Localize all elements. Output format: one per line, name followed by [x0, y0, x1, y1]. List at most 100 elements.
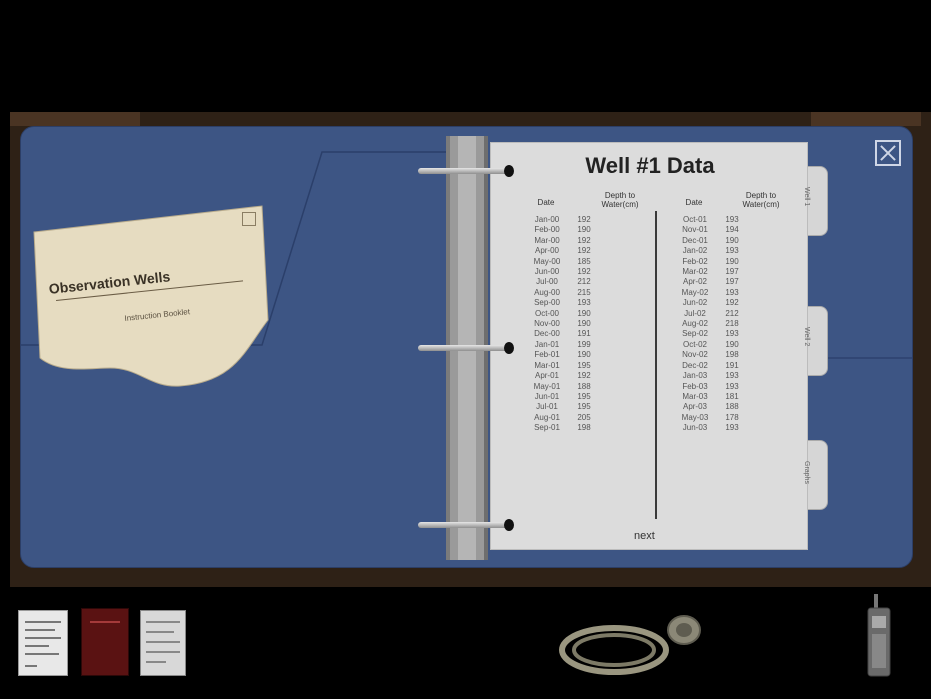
row-date: Oct-01: [682, 215, 707, 224]
row-date: Oct-00: [534, 308, 559, 318]
data-row: Dec-00 191: [527, 329, 601, 339]
row-depth: 215: [577, 287, 591, 297]
row-date: Nov-02: [682, 350, 708, 360]
document-icon[interactable]: [18, 610, 68, 676]
tape-shape: [559, 615, 701, 675]
row-date: Feb-02: [682, 256, 708, 266]
row-date: Feb-01: [534, 350, 560, 360]
data-row: Feb-03 193: [675, 382, 749, 392]
row-depth: 212: [725, 308, 739, 318]
row-date: Mar-00: [534, 235, 560, 245]
row-depth: 192: [577, 215, 591, 224]
data-row: Nov-00 190: [527, 319, 601, 329]
data-row: Feb-00 190: [527, 225, 601, 235]
data-row: Dec-01 190: [675, 236, 749, 246]
binder-ring-top: [418, 165, 514, 177]
row-depth: 190: [725, 235, 739, 245]
row-depth: 190: [725, 339, 739, 349]
row-date: Apr-03: [682, 402, 707, 412]
sheet-line: [146, 621, 180, 623]
row-date: Jan-01: [534, 339, 560, 349]
data-row: Aug-01 205: [527, 413, 601, 423]
phone-shape: [867, 594, 891, 677]
row-date: Apr-02: [682, 277, 707, 287]
row-depth: 188: [725, 402, 739, 412]
row-date: Jan-03: [682, 371, 708, 381]
page-title: Well #1 Data: [585, 153, 715, 178]
tab-well-1[interactable]: Well 1: [803, 166, 828, 236]
data-row: Oct-02 190: [675, 340, 749, 350]
row-date: Mar-02: [682, 267, 708, 277]
row-depth: 198: [725, 350, 739, 360]
data-row: Apr-02 197: [675, 277, 749, 287]
row-date: Jun-00: [534, 267, 560, 277]
next-page-button[interactable]: next: [634, 530, 655, 542]
row-date: Sep-00: [534, 298, 560, 308]
row-depth: 193: [725, 423, 739, 433]
walkie-talkie-icon[interactable]: [866, 594, 892, 678]
row-date: Aug-00: [534, 287, 560, 297]
row-date: Dec-01: [682, 235, 708, 245]
data-row: Nov-02 198: [675, 350, 749, 360]
instruction-booklet[interactable]: [30, 200, 270, 400]
data-row: Jul-01 195: [527, 402, 601, 412]
binder-ring-middle: [418, 342, 514, 354]
row-date: Apr-01: [534, 371, 559, 381]
row-depth: 192: [577, 371, 591, 381]
data-row: Sep-00 193: [527, 298, 601, 308]
notebook-label: [90, 621, 120, 623]
data-sheet-icon[interactable]: [140, 610, 186, 676]
row-date: Mar-03: [682, 391, 708, 401]
red-notebook-icon[interactable]: [81, 608, 129, 676]
row-date: Jun-03: [682, 423, 708, 433]
data-row: Feb-02 190: [675, 257, 749, 267]
column-divider: [655, 211, 657, 519]
col-header-depth-right: Depth to Water(cm): [742, 191, 780, 209]
row-depth: 193: [725, 246, 739, 256]
row-depth: 191: [725, 360, 739, 370]
row-depth: 218: [725, 319, 739, 329]
row-date: Nov-00: [534, 319, 560, 329]
row-depth: 190: [725, 256, 739, 266]
row-depth: 193: [725, 287, 739, 297]
data-row: Jan-00 192: [527, 215, 601, 225]
data-table-left: Jan-00 192 Feb-00 190 Mar-00 192 Apr-00 192 May-…: [527, 215, 601, 434]
row-depth: 190: [577, 319, 591, 329]
tab-well-2[interactable]: Well 2: [803, 306, 828, 376]
row-depth: 193: [725, 215, 739, 224]
row-date: May-00: [533, 256, 561, 266]
sheet-line: [146, 651, 180, 653]
row-date: Jul-01: [536, 402, 558, 412]
booklet-close-icon[interactable]: [242, 212, 256, 226]
row-depth: 192: [725, 298, 739, 308]
data-row: Jan-03 193: [675, 371, 749, 381]
row-depth: 193: [577, 298, 591, 308]
row-date: Aug-01: [534, 412, 560, 422]
col-header-depth-left: Depth to Water(cm): [601, 191, 639, 209]
row-date: Nov-01: [682, 225, 708, 235]
data-row: Mar-01 195: [527, 361, 601, 371]
data-row: Jun-03 193: [675, 423, 749, 433]
row-date: Jun-02: [682, 298, 708, 308]
data-row: Jul-00 212: [527, 277, 601, 287]
close-binder-icon[interactable]: [875, 140, 901, 166]
row-depth: 195: [577, 360, 591, 370]
row-depth: 181: [725, 391, 739, 401]
data-row: Jan-01 199: [527, 340, 601, 350]
tab-graphs[interactable]: Graphs: [803, 440, 828, 510]
row-depth: 193: [725, 381, 739, 391]
row-depth: 185: [577, 256, 591, 266]
row-depth: 192: [577, 267, 591, 277]
doc-line: [25, 653, 59, 655]
row-depth: 188: [577, 381, 591, 391]
doc-line: [25, 665, 37, 667]
measuring-tape-icon[interactable]: [552, 610, 712, 680]
row-depth: 197: [725, 277, 739, 287]
well-data-page: Well #1 Data Date Depth to Water(cm) Dat…: [490, 142, 808, 550]
doc-line: [25, 645, 49, 647]
data-row: May-01 188: [527, 382, 601, 392]
data-table-right: Oct-01 193 Nov-01 194 Dec-01 190 Jan-02 193 Feb-…: [675, 215, 749, 434]
data-row: Jun-02 192: [675, 298, 749, 308]
tab-label: Well 2: [803, 327, 810, 347]
row-depth: 195: [577, 402, 591, 412]
